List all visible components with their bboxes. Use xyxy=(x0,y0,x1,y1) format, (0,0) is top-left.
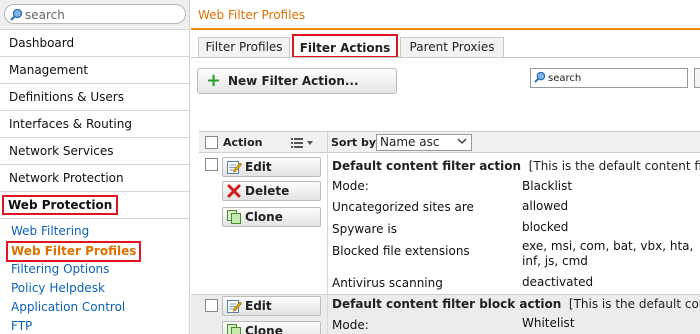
new-filter-action-button[interactable]: + New Filter Action... xyxy=(197,68,397,94)
nav-interfaces-routing[interactable]: Interfaces & Routing xyxy=(0,111,189,138)
tab-parent-proxies-label: Parent Proxies xyxy=(409,40,495,54)
edit-label: Edit xyxy=(245,160,272,174)
sort-by-label: Sort by: xyxy=(331,136,381,149)
property-value: Blacklist xyxy=(522,179,573,193)
tab-filter-profiles[interactable]: Filter Profiles xyxy=(198,37,290,57)
web-protection-submenu: Web Filtering Web Filter Profiles Filter… xyxy=(0,219,189,334)
tab-filter-actions[interactable]: Filter Actions xyxy=(292,34,398,58)
main-panel: Web Filter Profiles Filter Profiles Filt… xyxy=(191,0,700,334)
toolbar: + New Filter Action... xyxy=(191,66,700,96)
subnav-policy-helpdesk[interactable]: Policy Helpdesk xyxy=(0,279,189,298)
clone-button[interactable]: Clone xyxy=(222,207,321,227)
sort-select-value: Name asc xyxy=(380,135,440,149)
tab-divider xyxy=(191,57,700,58)
grid-header: Action Sort by: Name asc xyxy=(199,131,700,153)
row-title: Default content filter action [This is t… xyxy=(332,159,700,173)
tab-parent-proxies[interactable]: Parent Proxies xyxy=(400,37,504,57)
plus-icon: + xyxy=(206,70,222,91)
edit-icon xyxy=(226,159,242,175)
sidebar-search-box[interactable] xyxy=(4,4,186,24)
action-name: Default content filter block action xyxy=(332,297,562,311)
edit-icon xyxy=(226,298,242,314)
list-search-input[interactable] xyxy=(548,71,683,85)
edit-button[interactable]: Edit xyxy=(222,296,321,316)
property-value: deactivated xyxy=(522,275,594,289)
column-separator xyxy=(327,132,328,153)
subnav-filtering-options-label: Filtering Options xyxy=(11,262,110,276)
nav-web-protection-label: Web Protection xyxy=(2,195,119,215)
action-description: [This is the default content filter acti… xyxy=(528,159,700,173)
search-go-button[interactable] xyxy=(694,68,700,88)
row-separator xyxy=(327,295,328,334)
subnav-web-filter-profiles-label: Web Filter Profiles xyxy=(6,241,142,262)
table-row: Edit Delete Clone Default content filter… xyxy=(191,154,700,294)
row-checkbox[interactable] xyxy=(205,158,218,171)
property-label: Antivirus scanning xyxy=(332,276,443,290)
nav-management[interactable]: Management xyxy=(0,57,189,84)
list-search-box[interactable] xyxy=(530,68,688,88)
tab-filter-profiles-label: Filter Profiles xyxy=(205,40,283,54)
subnav-web-filtering-label: Web Filtering xyxy=(11,224,90,238)
subnav-policy-helpdesk-label: Policy Helpdesk xyxy=(11,281,105,295)
nav-definitions-users-label: Definitions & Users xyxy=(9,90,124,104)
nav-web-protection[interactable]: Web Protection xyxy=(0,192,189,219)
delete-icon xyxy=(226,183,242,199)
nav-network-protection-label: Network Protection xyxy=(9,171,124,185)
clone-button[interactable]: Clone xyxy=(222,321,321,334)
select-all-checkbox[interactable] xyxy=(205,136,218,149)
nav-dashboard[interactable]: Dashboard xyxy=(0,30,189,57)
property-value: blocked xyxy=(522,220,569,234)
clone-icon xyxy=(226,209,242,225)
edit-label: Edit xyxy=(245,299,272,313)
nav-network-services-label: Network Services xyxy=(9,144,114,158)
property-label: Blocked file extensions xyxy=(332,244,470,258)
nav-interfaces-routing-label: Interfaces & Routing xyxy=(9,117,132,131)
property-label: Spyware is xyxy=(332,222,397,236)
nav-network-services[interactable]: Network Services xyxy=(0,138,189,165)
subnav-application-control-label: Application Control xyxy=(11,300,126,314)
magnifier-icon xyxy=(534,71,546,86)
nav-dashboard-label: Dashboard xyxy=(9,36,75,50)
delete-button[interactable]: Delete xyxy=(222,181,321,201)
tab-filter-actions-label: Filter Actions xyxy=(299,41,391,55)
sidebar: Dashboard Management Definitions & Users… xyxy=(0,0,190,334)
row-separator xyxy=(327,154,328,294)
subnav-application-control[interactable]: Application Control xyxy=(0,298,189,317)
delete-label: Delete xyxy=(245,184,290,198)
subnav-web-filtering[interactable]: Web Filtering xyxy=(0,222,189,241)
chevron-down-icon xyxy=(457,136,467,152)
sort-select[interactable]: Name asc xyxy=(376,134,472,151)
row-checkbox[interactable] xyxy=(205,299,218,312)
property-label: Mode: xyxy=(332,318,369,332)
edit-button[interactable]: Edit xyxy=(222,157,321,177)
property-label: Mode: xyxy=(332,179,369,193)
page-title: Web Filter Profiles xyxy=(191,0,700,30)
clone-label: Clone xyxy=(245,324,283,334)
table-row: Edit Clone Default content filter block … xyxy=(191,294,700,334)
subnav-filtering-options[interactable]: Filtering Options xyxy=(0,260,189,279)
clone-icon xyxy=(226,323,242,334)
action-description: [This is the default content filter xyxy=(568,297,700,311)
nav-network-protection[interactable]: Network Protection xyxy=(0,165,189,192)
sidebar-search-area xyxy=(0,0,189,30)
magnifier-icon xyxy=(10,8,23,24)
row-title: Default content filter block action [Thi… xyxy=(332,297,700,311)
tab-bar: Filter Profiles Filter Actions Parent Pr… xyxy=(191,30,700,58)
subnav-ftp[interactable]: FTP xyxy=(0,317,189,334)
nav-definitions-users[interactable]: Definitions & Users xyxy=(0,84,189,111)
nav-management-label: Management xyxy=(9,63,89,77)
new-filter-action-label: New Filter Action... xyxy=(228,74,359,88)
property-label: Uncategorized sites are xyxy=(332,200,474,214)
property-value: allowed xyxy=(522,199,569,213)
property-value: exe, msi, com, bat, vbx, hta, inf, js, c… xyxy=(522,239,694,268)
clone-label: Clone xyxy=(245,210,283,224)
subnav-web-filter-profiles[interactable]: Web Filter Profiles xyxy=(0,241,189,262)
list-menu-icon[interactable] xyxy=(291,137,315,151)
action-name: Default content filter action xyxy=(332,159,522,173)
property-value: Whitelist xyxy=(522,316,575,330)
action-column-header: Action xyxy=(223,136,263,149)
sidebar-search-input[interactable] xyxy=(25,7,180,22)
subnav-ftp-label: FTP xyxy=(11,319,33,333)
